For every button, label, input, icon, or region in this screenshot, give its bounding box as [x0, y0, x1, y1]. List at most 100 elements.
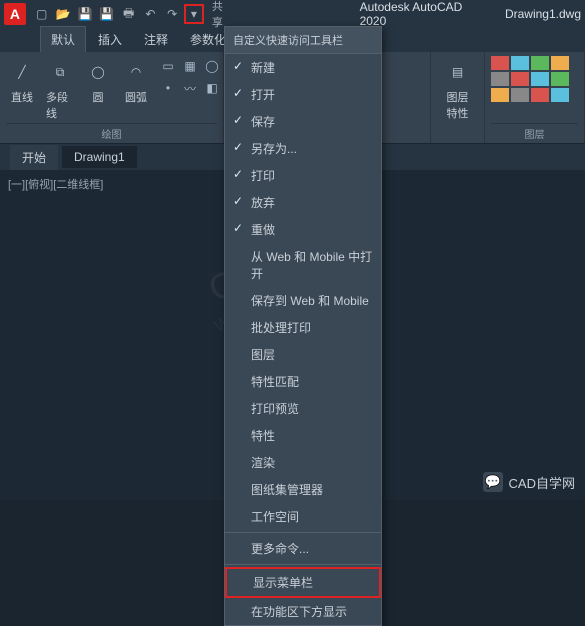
- qat-new-icon[interactable]: ▢: [32, 4, 52, 24]
- swatch[interactable]: [531, 56, 549, 70]
- menu-item[interactable]: 更多命令...: [225, 535, 381, 562]
- swatch[interactable]: [511, 56, 529, 70]
- menu-item[interactable]: 渲染: [225, 449, 381, 476]
- menu-item[interactable]: 从 Web 和 Mobile 中打开: [225, 243, 381, 287]
- swatch[interactable]: [491, 72, 509, 86]
- panel-layers-title: 图层: [491, 123, 578, 141]
- tab-start[interactable]: 开始: [10, 145, 58, 170]
- qat-redo-icon[interactable]: ↷: [162, 4, 182, 24]
- btn-arc-label: 圆弧: [125, 89, 147, 105]
- menu-item[interactable]: 图纸集管理器: [225, 476, 381, 503]
- swatch[interactable]: [511, 88, 529, 102]
- btn-arc[interactable]: ◠ 圆弧: [120, 56, 152, 107]
- qat-open-icon[interactable]: 📂: [54, 4, 74, 24]
- btn-line[interactable]: ╱直线: [6, 56, 38, 107]
- swatch[interactable]: [511, 72, 529, 86]
- swatch[interactable]: [531, 72, 549, 86]
- menu-item[interactable]: ✓保存: [225, 108, 381, 135]
- menu-item[interactable]: ✓ 新建: [225, 54, 381, 81]
- menu-item-label: 重做: [251, 223, 275, 237]
- menu-header: 自定义快速访问工具栏: [225, 27, 381, 54]
- qat-dropdown-arrow[interactable]: ▾: [184, 4, 204, 24]
- swatch[interactable]: [551, 56, 569, 70]
- menu-item-label: 图纸集管理器: [251, 483, 323, 497]
- tool-hatch-icon[interactable]: ▦: [180, 56, 200, 76]
- btn-circle[interactable]: ◯圆: [82, 56, 114, 107]
- menu-item[interactable]: ✓ 打印: [225, 162, 381, 189]
- app-logo[interactable]: A: [4, 3, 26, 25]
- menu-item[interactable]: 特性: [225, 422, 381, 449]
- menu-item[interactable]: 批处理打印: [225, 314, 381, 341]
- menu-item[interactable]: 特性匹配: [225, 368, 381, 395]
- menu-item[interactable]: 工作空间: [225, 503, 381, 530]
- credit-text: CAD自学网: [509, 473, 575, 492]
- btn-line-label: 直线: [11, 89, 33, 105]
- viewport-label[interactable]: [一][俯视][二维线框]: [8, 176, 103, 192]
- tool-spline-icon[interactable]: 〰: [180, 78, 200, 98]
- menu-item[interactable]: ✓打开: [225, 81, 381, 108]
- menu-item-label: 打开: [251, 88, 275, 102]
- tool-dot-icon[interactable]: •: [158, 78, 178, 98]
- menu-item-label: 特性: [251, 429, 275, 443]
- btn-layer-props[interactable]: ▤ 图层 特性: [437, 56, 478, 123]
- qat-print-icon[interactable]: 🖶: [119, 4, 139, 24]
- btn-circle-label: 圆: [93, 89, 104, 105]
- menu-item[interactable]: 显示菜单栏: [225, 567, 381, 598]
- menu-item-label: 打印: [251, 169, 275, 183]
- menu-item-label: 渲染: [251, 456, 275, 470]
- menu-item-label: 从 Web 和 Mobile 中打开: [251, 250, 372, 281]
- panel-layers: 图层: [485, 52, 585, 143]
- panel-draw-title: 绘图: [6, 123, 217, 141]
- check-icon: ✓: [233, 221, 243, 235]
- menu-item-label: 批处理打印: [251, 321, 311, 335]
- btn-layer-props-label: 图层 特性: [447, 89, 469, 121]
- qat-undo-icon[interactable]: ↶: [141, 4, 161, 24]
- menu-item[interactable]: ✓ 放弃: [225, 189, 381, 216]
- current-file: Drawing1.dwg: [505, 7, 581, 21]
- btn-polyline[interactable]: ⧉多段线: [44, 56, 76, 123]
- menu-item[interactable]: ✓另存为...: [225, 135, 381, 162]
- tab-drawing1[interactable]: Drawing1: [62, 146, 137, 168]
- menu-item-label: 显示菜单栏: [253, 576, 313, 590]
- credit: 💬 CAD自学网: [483, 472, 575, 492]
- menu-item-label: 图层: [251, 348, 275, 362]
- tab-annotate[interactable]: 注释: [134, 27, 178, 52]
- menu-item-label: 新建: [251, 61, 275, 75]
- menu-item-label: 放弃: [251, 196, 275, 210]
- check-icon: ✓: [233, 167, 243, 181]
- qat-save-icon[interactable]: 💾: [75, 4, 95, 24]
- tool-region-icon[interactable]: ◧: [202, 78, 222, 98]
- app-title: Autodesk AutoCAD 2020: [360, 0, 491, 28]
- tab-default[interactable]: 默认: [40, 26, 86, 52]
- check-icon: ✓: [233, 113, 243, 127]
- qat-saveas-icon[interactable]: 💾: [97, 4, 117, 24]
- menu-item[interactable]: 保存到 Web 和 Mobile: [225, 287, 381, 314]
- title-bar: A ▢ 📂 💾 💾 🖶 ↶ ↷ ▾ 共享 Autodesk AutoCAD 20…: [0, 0, 585, 28]
- menu-item[interactable]: 打印预览: [225, 395, 381, 422]
- panel-draw: ╱直线 ⧉多段线 ◯圆 ◠ 圆弧 ▭▦◯ •〰◧ 绘图: [0, 52, 224, 143]
- wechat-icon: 💬: [483, 472, 503, 492]
- menu-item-label: 工作空间: [251, 510, 299, 524]
- share-button[interactable]: 共享: [206, 4, 240, 24]
- swatch[interactable]: [491, 88, 509, 102]
- swatch[interactable]: [531, 88, 549, 102]
- menu-item-label: 在功能区下方显示: [251, 605, 347, 619]
- swatch[interactable]: [551, 88, 569, 102]
- menu-item-label: 打印预览: [251, 402, 299, 416]
- check-icon: ✓: [233, 194, 243, 208]
- swatch[interactable]: [491, 56, 509, 70]
- menu-item[interactable]: 图层: [225, 341, 381, 368]
- layer-swatches: [491, 56, 578, 102]
- tool-rect-icon[interactable]: ▭: [158, 56, 178, 76]
- arc-icon: ◠: [122, 58, 150, 86]
- menu-item-label: 另存为...: [251, 142, 297, 156]
- tool-ellipse-icon[interactable]: ◯: [202, 56, 222, 76]
- panel-layer-props: ▤ 图层 特性: [431, 52, 485, 143]
- menu-item[interactable]: ✓ 重做: [225, 216, 381, 243]
- menu-item[interactable]: 在功能区下方显示: [225, 598, 381, 625]
- tab-insert[interactable]: 插入: [88, 27, 132, 52]
- check-icon: ✓: [233, 59, 243, 73]
- qat-customize-menu: 自定义快速访问工具栏 ✓新建✓打开✓保存✓另存为...✓打印✓放弃✓重做从 We…: [224, 26, 382, 626]
- btn-polyline-label: 多段线: [46, 89, 74, 121]
- swatch[interactable]: [551, 72, 569, 86]
